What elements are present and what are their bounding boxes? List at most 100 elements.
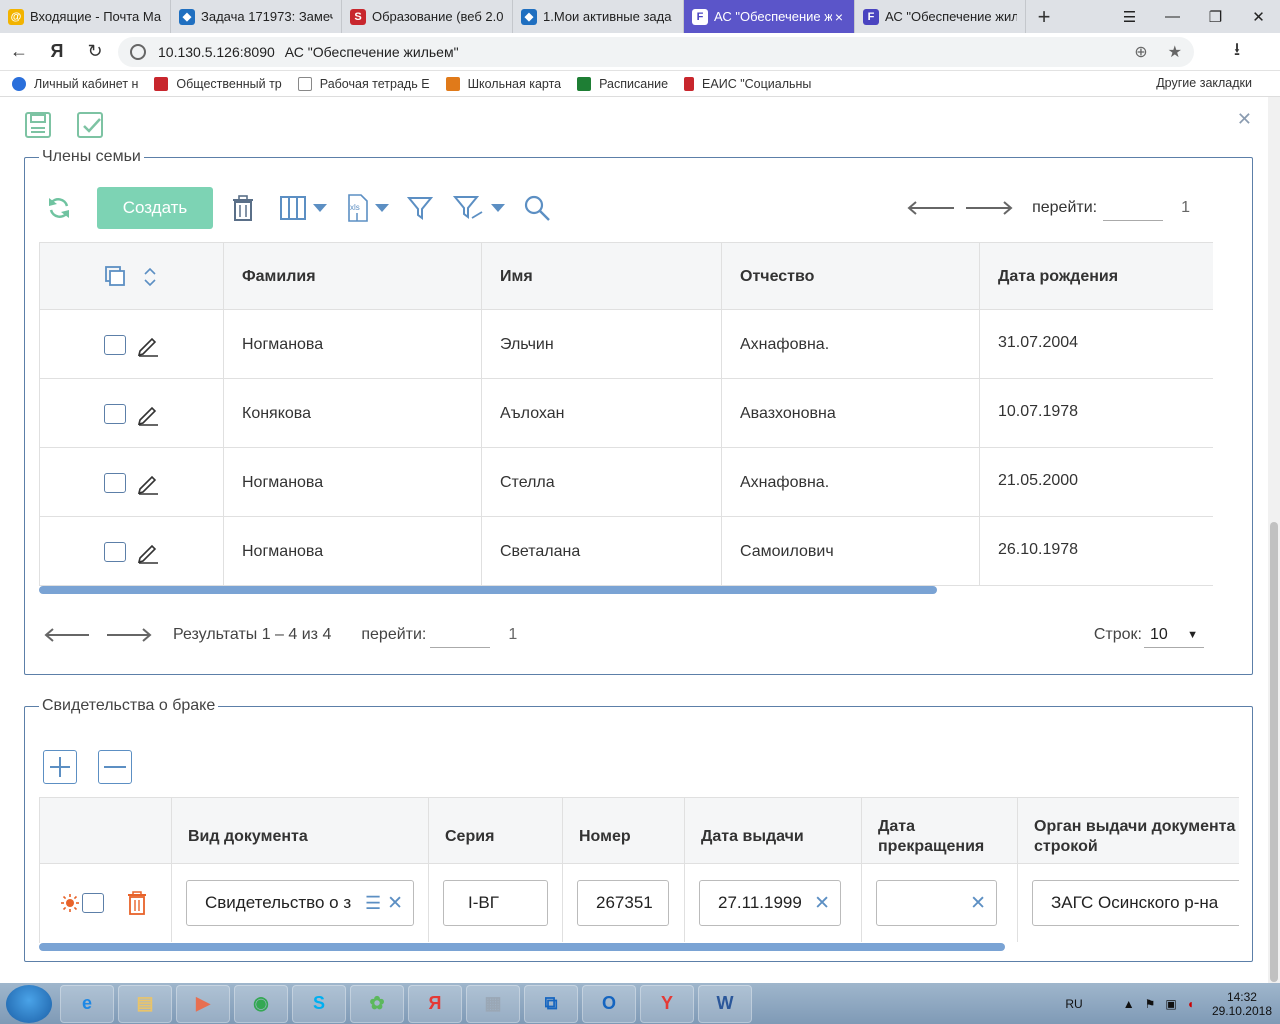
delete-icon[interactable] [126,891,148,915]
outlook-icon[interactable]: O [582,984,636,1023]
edit-icon[interactable] [136,402,160,426]
column-header[interactable]: Дата выдачи [685,798,862,864]
column-header[interactable]: Отчество [722,243,980,310]
zoom-icon[interactable]: ⊕ [1134,42,1147,62]
chevron-down-icon[interactable] [375,204,389,212]
start-button[interactable] [6,984,52,1023]
chrome-icon[interactable]: ◉ [234,984,288,1023]
browser-tab[interactable]: F АС "Обеспечение жил [855,0,1026,33]
row-checkbox[interactable] [82,893,104,913]
goto-page-input[interactable] [1103,195,1164,221]
bookmark-item[interactable]: Личный кабинет н [12,76,138,91]
next-page-icon[interactable] [964,201,1014,215]
search-icon[interactable] [523,194,551,222]
yandex-logo-icon[interactable]: Я [38,41,76,62]
end-date-field[interactable]: ✕ [876,880,997,926]
clear-icon[interactable]: ✕ [387,892,403,915]
edit-icon[interactable] [136,540,160,564]
bookmark-item[interactable]: ЕАИС "Социальны [684,76,811,91]
close-icon[interactable]: × [832,9,846,25]
browser-tab[interactable]: S Образование (веб 2.0 [342,0,513,33]
yandex-app-icon[interactable]: Я [408,984,462,1023]
browser-tab-active[interactable]: F АС "Обеспечение ж × [684,0,855,33]
download-icon[interactable]: ⭳ [1218,37,1256,67]
restore-icon[interactable]: ❐ [1194,0,1237,33]
reload-icon[interactable]: ↻ [76,41,114,62]
column-header[interactable]: Имя [482,243,722,310]
language-indicator[interactable]: RU [1065,997,1082,1011]
menu-icon[interactable]: ☰ [1108,0,1151,33]
bookmark-star-icon[interactable]: ★ [1168,42,1182,62]
close-form-icon[interactable]: ✕ [1237,109,1252,130]
tray-arrow-icon[interactable]: ▲ [1123,997,1135,1011]
number-field[interactable]: 267351 [577,880,669,926]
filter-icon[interactable] [407,195,433,221]
media-icon[interactable]: ▶ [176,984,230,1023]
volume-icon[interactable]: ◖ [1187,997,1194,1011]
other-bookmarks[interactable]: Другие закладки [1156,76,1252,90]
row-checkbox[interactable] [103,472,126,493]
edit-icon[interactable] [136,333,160,357]
column-header[interactable]: Дата рождения [980,243,1213,310]
prev-page-icon[interactable] [906,201,956,215]
skype-icon[interactable]: S [292,984,346,1023]
list-icon[interactable]: ☰ [365,893,381,914]
column-header[interactable]: Серия [429,798,563,864]
table-row[interactable]: Конякова Аълохан Авазхоновна 10.07.1978 [40,379,1213,448]
export-xls-icon[interactable]: xls [345,193,389,223]
yandex-browser-icon[interactable]: Y [640,984,694,1023]
table-row[interactable]: Ногманова Эльчин Ахнафовна. 31.07.2004 [40,310,1213,379]
back-icon[interactable]: ← [0,41,38,62]
ie-icon[interactable]: e [60,984,114,1023]
rows-per-page-select[interactable]: 10 ▼ [1144,622,1204,648]
series-field[interactable]: I-ВГ [443,880,548,926]
prev-page-icon[interactable] [43,628,91,642]
minimize-icon[interactable]: — [1151,0,1194,33]
refresh-icon[interactable] [45,194,73,222]
explorer-icon[interactable]: ▤ [118,984,172,1023]
clock[interactable]: 14:32 29.10.2018 [1212,990,1272,1018]
add-row-button[interactable] [43,750,77,784]
horizontal-scrollbar[interactable] [39,586,937,594]
table-row[interactable]: Ногманова Стелла Ахнафовна. 21.05.2000 [40,448,1213,517]
column-header[interactable]: Орган выдачи документа строкой [1018,798,1239,864]
edit-icon[interactable] [136,471,160,495]
browser-tab[interactable]: @ Входящие - Почта Ма [0,0,171,33]
create-button[interactable]: Создать [97,187,213,229]
new-tab-button[interactable]: + [1026,0,1062,33]
authority-field[interactable]: ЗАГС Осинского р-на [1032,880,1239,926]
filter-edit-icon[interactable] [453,194,505,222]
column-header[interactable]: Номер [563,798,685,864]
icq-icon[interactable]: ✿ [350,984,404,1023]
issue-date-field[interactable]: 27.11.1999 ✕ [699,880,841,926]
close-window-icon[interactable]: ✕ [1237,0,1280,33]
bookmark-item[interactable]: Общественный тр [154,76,282,91]
calculator-icon[interactable]: ▦ [466,984,520,1023]
flag-icon[interactable]: ⚑ [1145,997,1156,1011]
browser-tab[interactable]: ◆ 1.Мои активные зада [513,0,684,33]
columns-icon[interactable] [279,195,327,221]
row-checkbox[interactable] [103,403,126,424]
bookmark-item[interactable]: Школьная карта [445,76,561,91]
row-checkbox[interactable] [103,541,126,562]
goto-page-input[interactable] [430,622,491,648]
delete-icon[interactable] [231,195,255,221]
bookmark-item[interactable]: Расписание [577,76,668,91]
column-header[interactable]: Вид документа [172,798,429,864]
column-header[interactable]: Фамилия [224,243,482,310]
url-field[interactable]: 10.130.5.126:8090 АС "Обеспечение жильем… [118,36,1194,67]
sun-icon[interactable] [60,893,80,913]
network-icon[interactable]: ▣ [1165,997,1176,1011]
save-and-check-icon[interactable] [76,111,104,139]
chevron-down-icon[interactable] [313,204,327,212]
doc-type-field[interactable]: Свидетельство о з ☰ ✕ [186,880,414,926]
horizontal-scrollbar[interactable] [39,943,1005,951]
copy-all-icon[interactable] [104,265,128,289]
site-info-icon[interactable] [130,43,146,60]
remove-row-button[interactable] [98,750,132,784]
clear-icon[interactable]: ✕ [814,892,830,915]
clear-icon[interactable]: ✕ [970,892,986,915]
network-icon[interactable]: ⧉ [524,984,578,1023]
sort-icon[interactable] [140,265,160,289]
column-header[interactable]: Дата прекращения [862,798,1018,864]
